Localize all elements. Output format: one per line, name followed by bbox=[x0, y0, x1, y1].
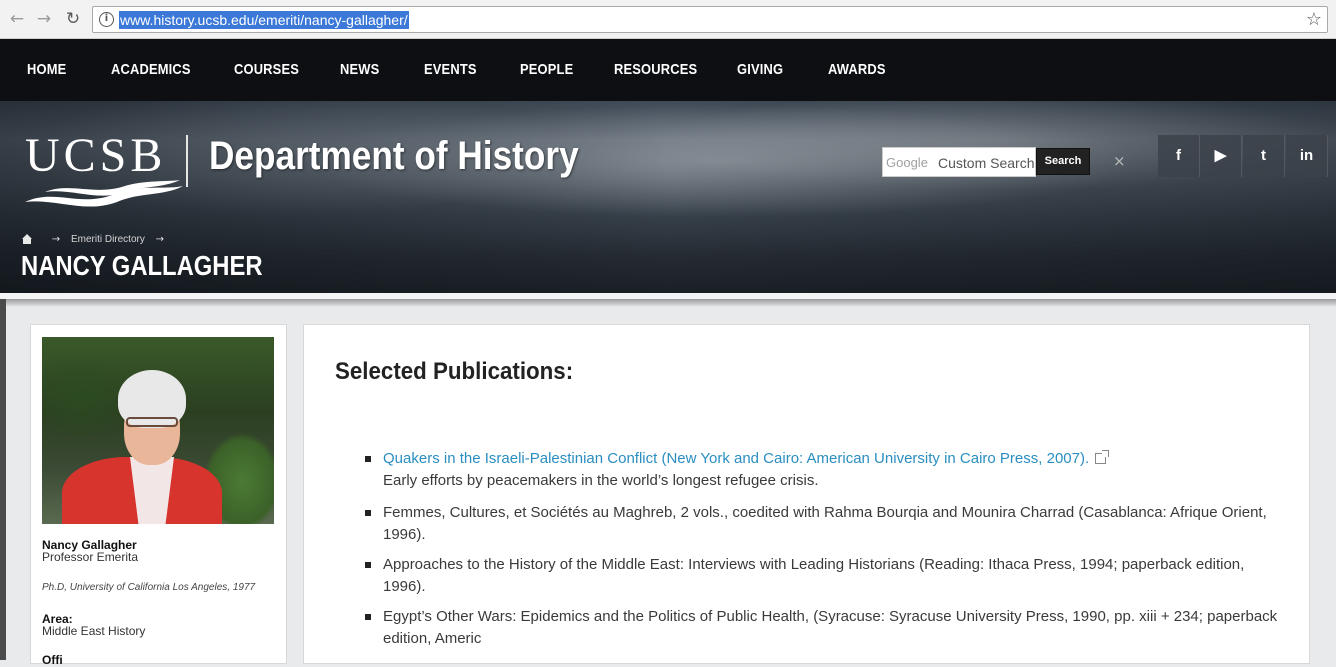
clear-search-icon[interactable]: × bbox=[1113, 152, 1126, 170]
publication-link[interactable]: Quakers in the Israeli-Palestinian Confl… bbox=[383, 450, 1110, 467]
bullet-icon bbox=[365, 510, 371, 516]
publications-heading: Selected Publications: bbox=[335, 358, 574, 385]
address-bar[interactable]: i www.history.ucsb.edu/emeriti/nancy-gal… bbox=[92, 6, 1328, 33]
bullet-icon bbox=[365, 456, 371, 462]
bullet-icon bbox=[365, 614, 371, 620]
reload-icon[interactable]: ↻ bbox=[63, 9, 83, 29]
publication-text-cont: 1996). bbox=[383, 526, 426, 543]
nav-item-events[interactable]: EVENTS bbox=[424, 61, 477, 78]
department-title[interactable]: Department of History bbox=[209, 134, 579, 179]
twitter-icon[interactable]: t bbox=[1243, 135, 1285, 177]
profile-office-label: Offi bbox=[42, 653, 63, 667]
back-arrow-icon[interactable]: ← bbox=[7, 9, 27, 29]
home-icon[interactable] bbox=[21, 234, 33, 245]
breadcrumb: → Emeriti Directory → bbox=[21, 234, 172, 248]
ucsb-logo-text: UCSB bbox=[25, 129, 167, 182]
publication-text-cont: edition, Americ bbox=[383, 630, 482, 647]
nav-item-news[interactable]: NEWS bbox=[340, 61, 379, 78]
publication-text-cont: 1996). bbox=[383, 578, 426, 595]
breadcrumb-emeriti-directory[interactable]: Emeriti Directory bbox=[71, 234, 145, 245]
wave-icon bbox=[25, 180, 183, 207]
breadcrumb-arrow-icon: → bbox=[155, 234, 165, 245]
profile-photo bbox=[42, 337, 274, 524]
profile-role: Professor Emerita bbox=[42, 550, 139, 564]
nav-item-home[interactable]: HOME bbox=[27, 61, 66, 78]
nav-item-giving[interactable]: GIVING bbox=[737, 61, 783, 78]
search-input[interactable]: Google Custom Search bbox=[882, 147, 1036, 177]
publication-text: Egypt’s Other Wars: Epidemics and the Po… bbox=[383, 608, 1278, 625]
profile-area: Middle East History bbox=[42, 624, 146, 638]
search-placeholder: Custom Search bbox=[938, 155, 1035, 171]
list-item: Quakers in the Israeli-Palestinian Confl… bbox=[365, 448, 1283, 492]
nav-item-awards[interactable]: AWARDS bbox=[828, 61, 886, 78]
left-edge-strip bbox=[0, 299, 6, 660]
page-title: NANCY GALLAGHER bbox=[21, 250, 263, 281]
search-button[interactable]: Search bbox=[1036, 148, 1090, 175]
nav-item-resources[interactable]: RESOURCES bbox=[614, 61, 697, 78]
publication-note: Early efforts by peacemakers in the worl… bbox=[383, 472, 819, 489]
profile-degree: Ph.D, University of California Los Angel… bbox=[42, 582, 256, 593]
hero-shadow bbox=[0, 299, 1336, 307]
facebook-icon[interactable]: f bbox=[1158, 135, 1200, 177]
breadcrumb-arrow-icon: → bbox=[51, 234, 61, 245]
logo-divider bbox=[186, 135, 188, 187]
linkedin-icon[interactable]: in bbox=[1286, 135, 1328, 177]
bookmark-star-icon[interactable]: ☆ bbox=[1306, 9, 1322, 30]
browser-toolbar: ← → ↻ i www.history.ucsb.edu/emeriti/nan… bbox=[0, 0, 1336, 39]
bullet-icon bbox=[365, 562, 371, 568]
nav-item-people[interactable]: PEOPLE bbox=[520, 61, 573, 78]
url-text[interactable]: www.history.ucsb.edu/emeriti/nancy-galla… bbox=[119, 11, 409, 29]
list-item: Egypt’s Other Wars: Epidemics and the Po… bbox=[365, 606, 1283, 650]
list-item: Femmes, Cultures, et Sociétés au Maghreb… bbox=[365, 502, 1283, 546]
info-icon[interactable]: i bbox=[99, 12, 114, 27]
external-link-icon[interactable] bbox=[1095, 450, 1110, 464]
youtube-icon[interactable]: ▶ bbox=[1200, 135, 1242, 177]
google-brand-text: Google bbox=[886, 155, 928, 170]
nav-item-courses[interactable]: COURSES bbox=[234, 61, 299, 78]
list-item: Approaches to the History of the Middle … bbox=[365, 554, 1283, 598]
publication-text: Femmes, Cultures, et Sociétés au Maghreb… bbox=[383, 504, 1267, 521]
forward-arrow-icon[interactable]: → bbox=[34, 9, 54, 29]
nav-item-academics[interactable]: ACADEMICS bbox=[111, 61, 191, 78]
ucsb-logo[interactable]: UCSB bbox=[25, 130, 185, 210]
site-navigation: HOME ACADEMICS COURSES NEWS EVENTS PEOPL… bbox=[0, 39, 1336, 101]
publication-text: Approaches to the History of the Middle … bbox=[383, 556, 1245, 573]
